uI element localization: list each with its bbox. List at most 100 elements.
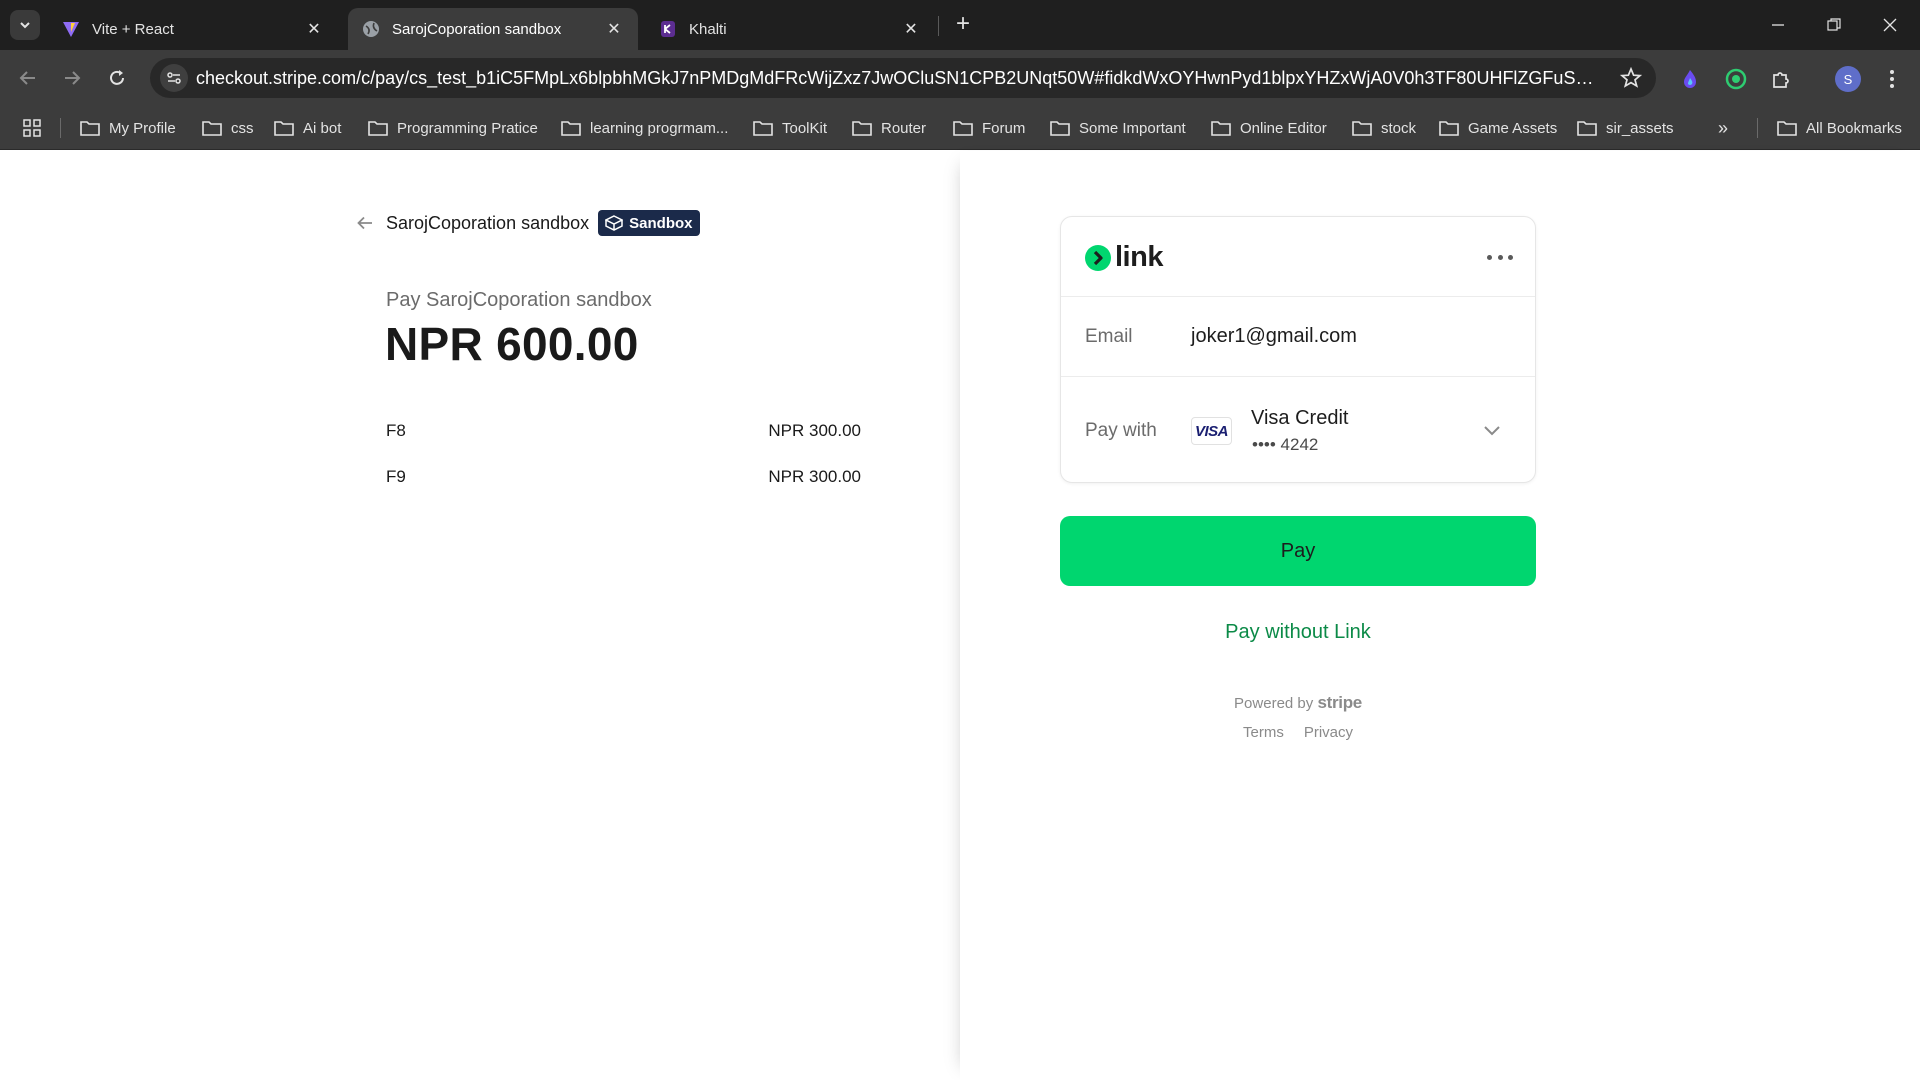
bookmark-label: My Profile (109, 119, 176, 137)
bookmark-folder[interactable]: Programming Pratice (368, 117, 538, 139)
close-tab-icon[interactable]: ✕ (604, 19, 624, 39)
extension-target-icon[interactable] (1723, 66, 1749, 92)
tab-stripe-checkout[interactable]: SarojCoporation sandbox ✕ (348, 8, 638, 50)
terms-link[interactable]: Terms (1243, 724, 1284, 741)
folder-icon (1439, 121, 1459, 136)
bookmark-folder[interactable]: Forum (953, 117, 1025, 139)
checkout-page: SarojCoporation sandbox Sandbox Pay Saro… (0, 151, 1920, 1080)
pay-button[interactable]: Pay (1060, 516, 1536, 586)
chevron-down-icon[interactable] (1483, 425, 1501, 437)
back-button[interactable] (14, 64, 42, 92)
tab-vite-react[interactable]: Vite + React ✕ (48, 8, 338, 50)
restore-icon (1827, 18, 1841, 31)
close-tab-icon[interactable]: ✕ (304, 19, 324, 39)
close-window-button[interactable] (1862, 0, 1918, 50)
bookmark-folder[interactable]: Router (852, 117, 926, 139)
khalti-logo-icon (661, 21, 675, 37)
link-account-card: link Email joker1@gmail.com Pay with VIS… (1060, 216, 1536, 483)
pay-without-link-button[interactable]: Pay without Link (1060, 621, 1536, 644)
payment-panel: link Email joker1@gmail.com Pay with VIS… (960, 151, 1920, 1080)
folder-icon (561, 121, 581, 136)
extension-flame-icon[interactable] (1677, 66, 1703, 92)
email-label: Email (1085, 326, 1133, 347)
menu-kebab-icon[interactable] (1879, 66, 1905, 92)
reload-icon (110, 70, 124, 85)
bookmark-label: Online Editor (1240, 119, 1327, 137)
tab-title: Vite + React (92, 20, 174, 38)
more-dot (1487, 254, 1492, 260)
bookmark-folder[interactable]: Ai bot (274, 117, 341, 139)
privacy-link[interactable]: Privacy (1304, 724, 1353, 741)
tab-strip: Vite + React ✕ SarojCoporation sandbox ✕… (0, 0, 1920, 50)
bookmarks-bar: My Profile css Ai bot Programming Pratic… (0, 106, 1920, 150)
globe-icon (363, 21, 379, 37)
folder-icon (202, 121, 222, 136)
email-value: joker1@gmail.com (1191, 325, 1357, 347)
powered-by-stripe[interactable]: Powered by stripe (1060, 693, 1536, 713)
arrow-left-icon (19, 71, 35, 85)
bookmarks-divider (60, 118, 61, 138)
bookmark-folder[interactable]: My Profile (80, 117, 176, 139)
bookmark-label: stock (1381, 119, 1417, 137)
payment-method-selector[interactable]: Pay with VISA Visa Credit •••• 4242 (1061, 377, 1535, 483)
folder-icon (852, 121, 872, 136)
bookmarks-overflow-button[interactable]: » (1718, 117, 1728, 139)
tune-icon (167, 72, 181, 84)
apps-grid-icon[interactable] (22, 117, 42, 139)
browser-toolbar: checkout.stripe.com/c/pay/cs_test_b1iC5F… (0, 50, 1920, 106)
bookmark-folder[interactable]: Game Assets (1439, 117, 1557, 139)
bookmark-label: css (231, 119, 254, 137)
total-amount: NPR 600.00 (385, 318, 639, 370)
bookmark-folder[interactable]: css (202, 117, 254, 139)
bookmark-star-icon[interactable] (1620, 67, 1642, 89)
bookmarks-divider (1757, 118, 1758, 138)
footer-links: Terms Privacy (1060, 724, 1536, 741)
bookmark-label: Some Important (1079, 119, 1186, 137)
folder-icon (368, 121, 388, 136)
bookmark-label: Ai bot (303, 119, 342, 137)
link-logo: link (1085, 241, 1163, 274)
cube-icon (605, 215, 624, 231)
more-dot (1497, 254, 1503, 260)
minimize-button[interactable] (1750, 0, 1806, 50)
line-item: F8 NPR 300.00 (386, 421, 861, 441)
bookmark-label: All Bookmarks (1806, 119, 1902, 137)
pay-with-label: Pay with (1085, 420, 1157, 441)
bookmark-folder[interactable]: sir_assets (1577, 117, 1674, 139)
folder-icon (953, 121, 973, 136)
bookmark-folder[interactable]: learning progrmam... (561, 117, 728, 139)
tab-search-button[interactable] (10, 10, 40, 40)
site-info-button[interactable] (160, 64, 188, 92)
powered-by-label: Powered by (1234, 695, 1314, 712)
card-name: Visa Credit (1251, 407, 1349, 429)
new-tab-button[interactable]: + (950, 12, 976, 38)
bookmark-folder[interactable]: ToolKit (753, 117, 827, 139)
link-header: link (1061, 217, 1535, 297)
back-arrow-icon[interactable] (356, 214, 374, 232)
all-bookmarks-button[interactable]: All Bookmarks (1777, 117, 1902, 139)
bookmark-label: Game Assets (1468, 119, 1558, 137)
line-item: F9 NPR 300.00 (386, 467, 861, 487)
pay-merchant-label: Pay SarojCoporation sandbox (386, 289, 652, 311)
close-tab-icon[interactable]: ✕ (901, 19, 921, 39)
link-wordmark: link (1115, 241, 1163, 273)
bookmark-folder[interactable]: stock (1352, 117, 1416, 139)
address-bar[interactable]: checkout.stripe.com/c/pay/cs_test_b1iC5F… (150, 58, 1656, 98)
merchant-name: SarojCoporation sandbox (386, 212, 590, 233)
merchant-header: SarojCoporation sandbox Sandbox (356, 210, 701, 236)
reload-button[interactable] (103, 64, 131, 92)
bookmark-label: learning progrmam... (590, 119, 729, 137)
more-options-button[interactable] (1487, 247, 1513, 267)
forward-button[interactable] (58, 64, 86, 92)
extensions-puzzle-icon[interactable] (1768, 66, 1794, 92)
tab-khalti[interactable]: Khalti ✕ (645, 8, 935, 50)
bookmark-label: sir_assets (1606, 119, 1674, 137)
order-summary-panel: SarojCoporation sandbox Sandbox Pay Saro… (0, 151, 960, 1080)
bookmark-folder[interactable]: Some Important (1050, 117, 1186, 139)
bookmark-folder[interactable]: Online Editor (1211, 117, 1327, 139)
restore-button[interactable] (1806, 0, 1862, 50)
profile-avatar[interactable]: S (1835, 66, 1861, 92)
sandbox-badge: Sandbox (598, 210, 701, 236)
card-brand-text: VISA (1194, 422, 1229, 440)
folder-icon (1211, 121, 1231, 136)
